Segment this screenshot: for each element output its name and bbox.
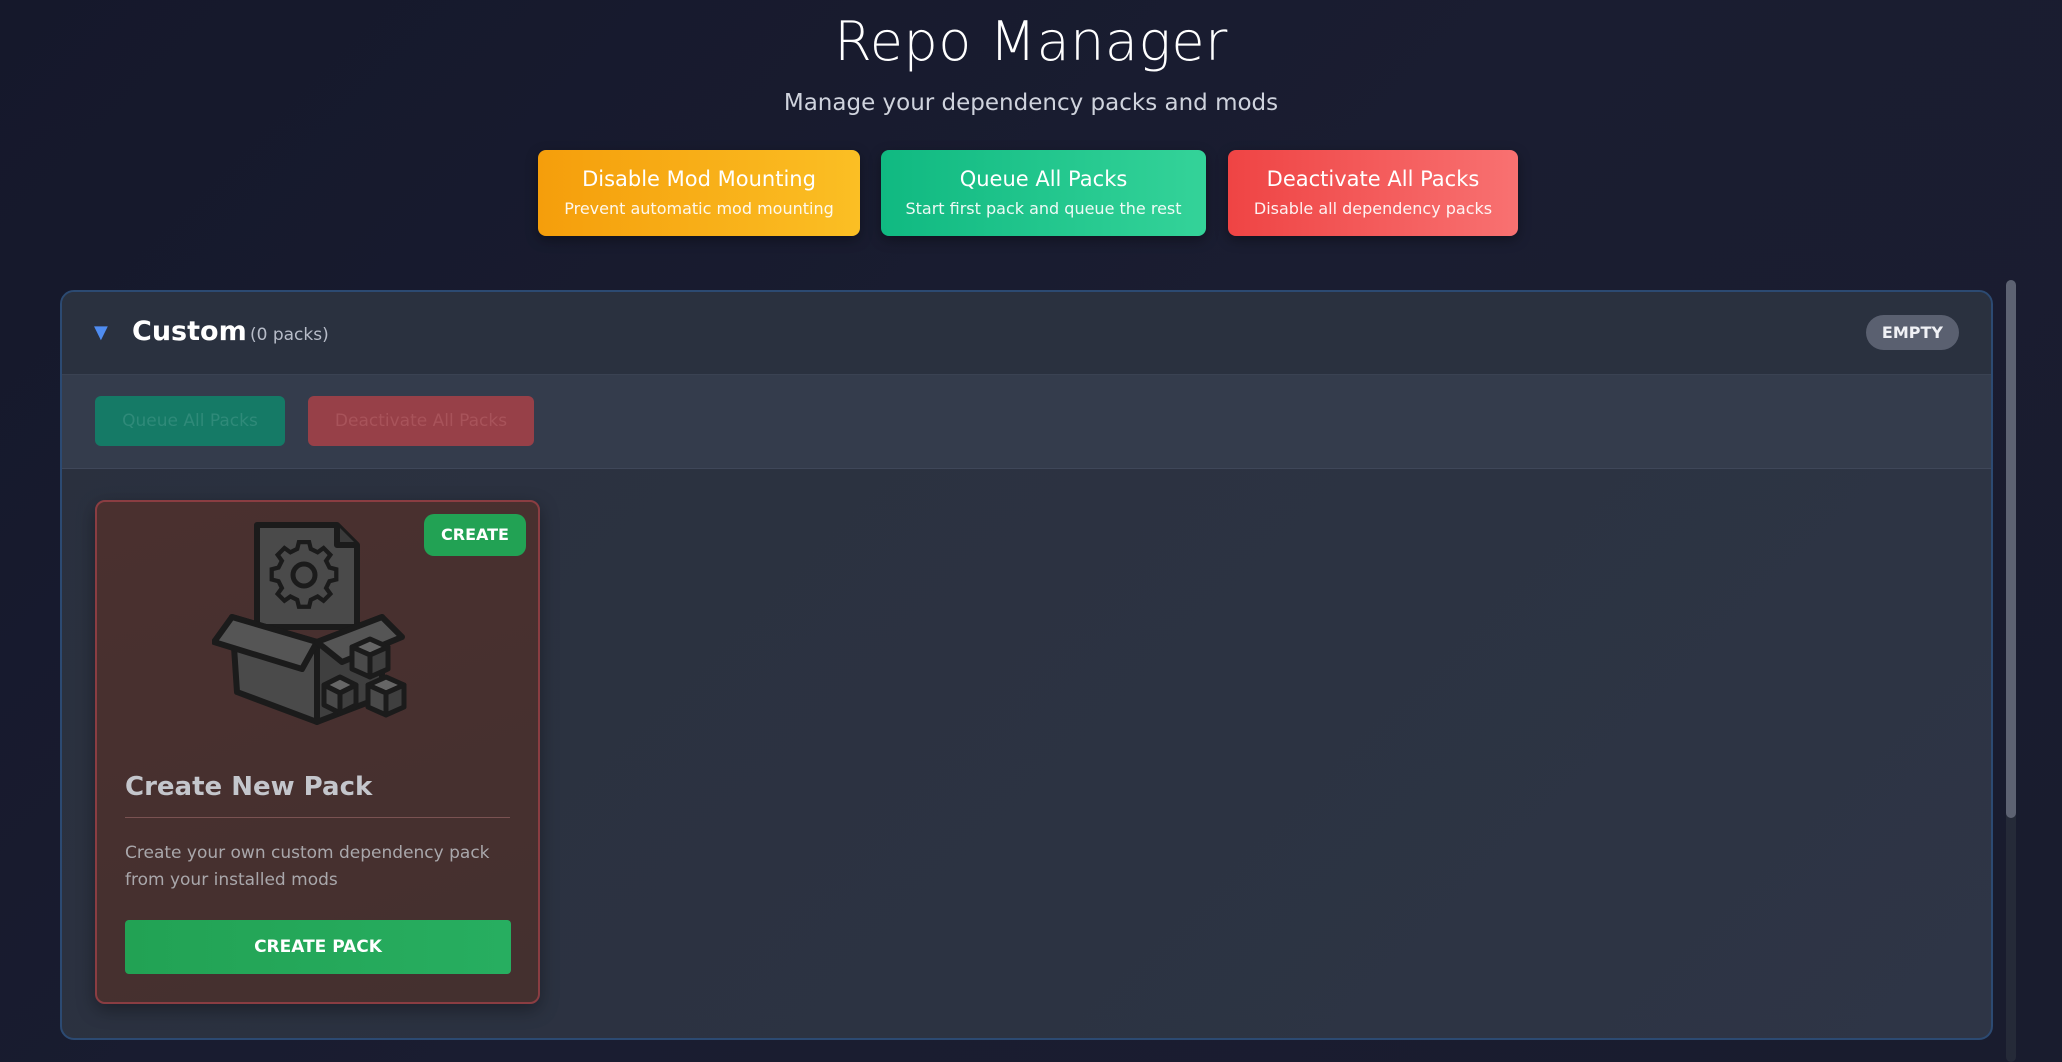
card-description: Create your own custom dependency pack f…	[125, 843, 490, 890]
section-title: Custom	[132, 316, 247, 347]
disable-mod-mounting-sublabel: Prevent automatic mod mounting	[564, 199, 834, 218]
page-subtitle: Manage your dependency packs and mods	[783, 90, 1279, 116]
package-gear-icon	[212, 522, 407, 725]
create-pack-button[interactable]: CREATE PACK	[125, 920, 511, 974]
deactivate-all-packs-sublabel: Disable all dependency packs	[1253, 199, 1493, 218]
section-queue-all-button[interactable]: Queue All Packs	[95, 396, 285, 446]
page-title: Repo Manager	[834, 10, 1228, 73]
scrollbar[interactable]	[2006, 280, 2016, 1062]
status-badge: EMPTY	[1865, 315, 1959, 350]
section-deactivate-all-button[interactable]: Deactivate All Packs	[308, 396, 534, 446]
queue-all-packs-button[interactable]: Queue All Packs Start first pack and que…	[881, 150, 1206, 236]
custom-section: ▼ Custom (0 packs) EMPTY Queue All Packs…	[60, 290, 1993, 1040]
repo-manager-page: Repo Manager Manage your dependency pack…	[0, 0, 2062, 1062]
deactivate-all-packs-button[interactable]: Deactivate All Packs Disable all depende…	[1228, 150, 1518, 236]
section-header[interactable]: ▼ Custom (0 packs) EMPTY	[62, 292, 1991, 375]
queue-all-packs-sublabel: Start first pack and queue the rest	[905, 199, 1182, 218]
section-pack-count: (0 packs)	[250, 325, 329, 345]
disable-mod-mounting-label: Disable Mod Mounting	[582, 167, 816, 191]
deactivate-all-packs-label: Deactivate All Packs	[1266, 167, 1480, 191]
scrollbar-thumb[interactable]	[2006, 280, 2016, 818]
create-pack-card[interactable]: CREATE Create New Pack Create your own c…	[95, 500, 540, 1004]
disable-mod-mounting-button[interactable]: Disable Mod Mounting Prevent automatic m…	[538, 150, 860, 236]
card-divider	[125, 817, 510, 818]
create-badge[interactable]: CREATE	[424, 514, 526, 556]
section-toolbar: Queue All Packs Deactivate All Packs	[62, 375, 1991, 469]
collapse-caret-icon[interactable]: ▼	[94, 322, 108, 343]
card-title: Create New Pack	[125, 772, 373, 802]
queue-all-packs-label: Queue All Packs	[959, 167, 1128, 191]
